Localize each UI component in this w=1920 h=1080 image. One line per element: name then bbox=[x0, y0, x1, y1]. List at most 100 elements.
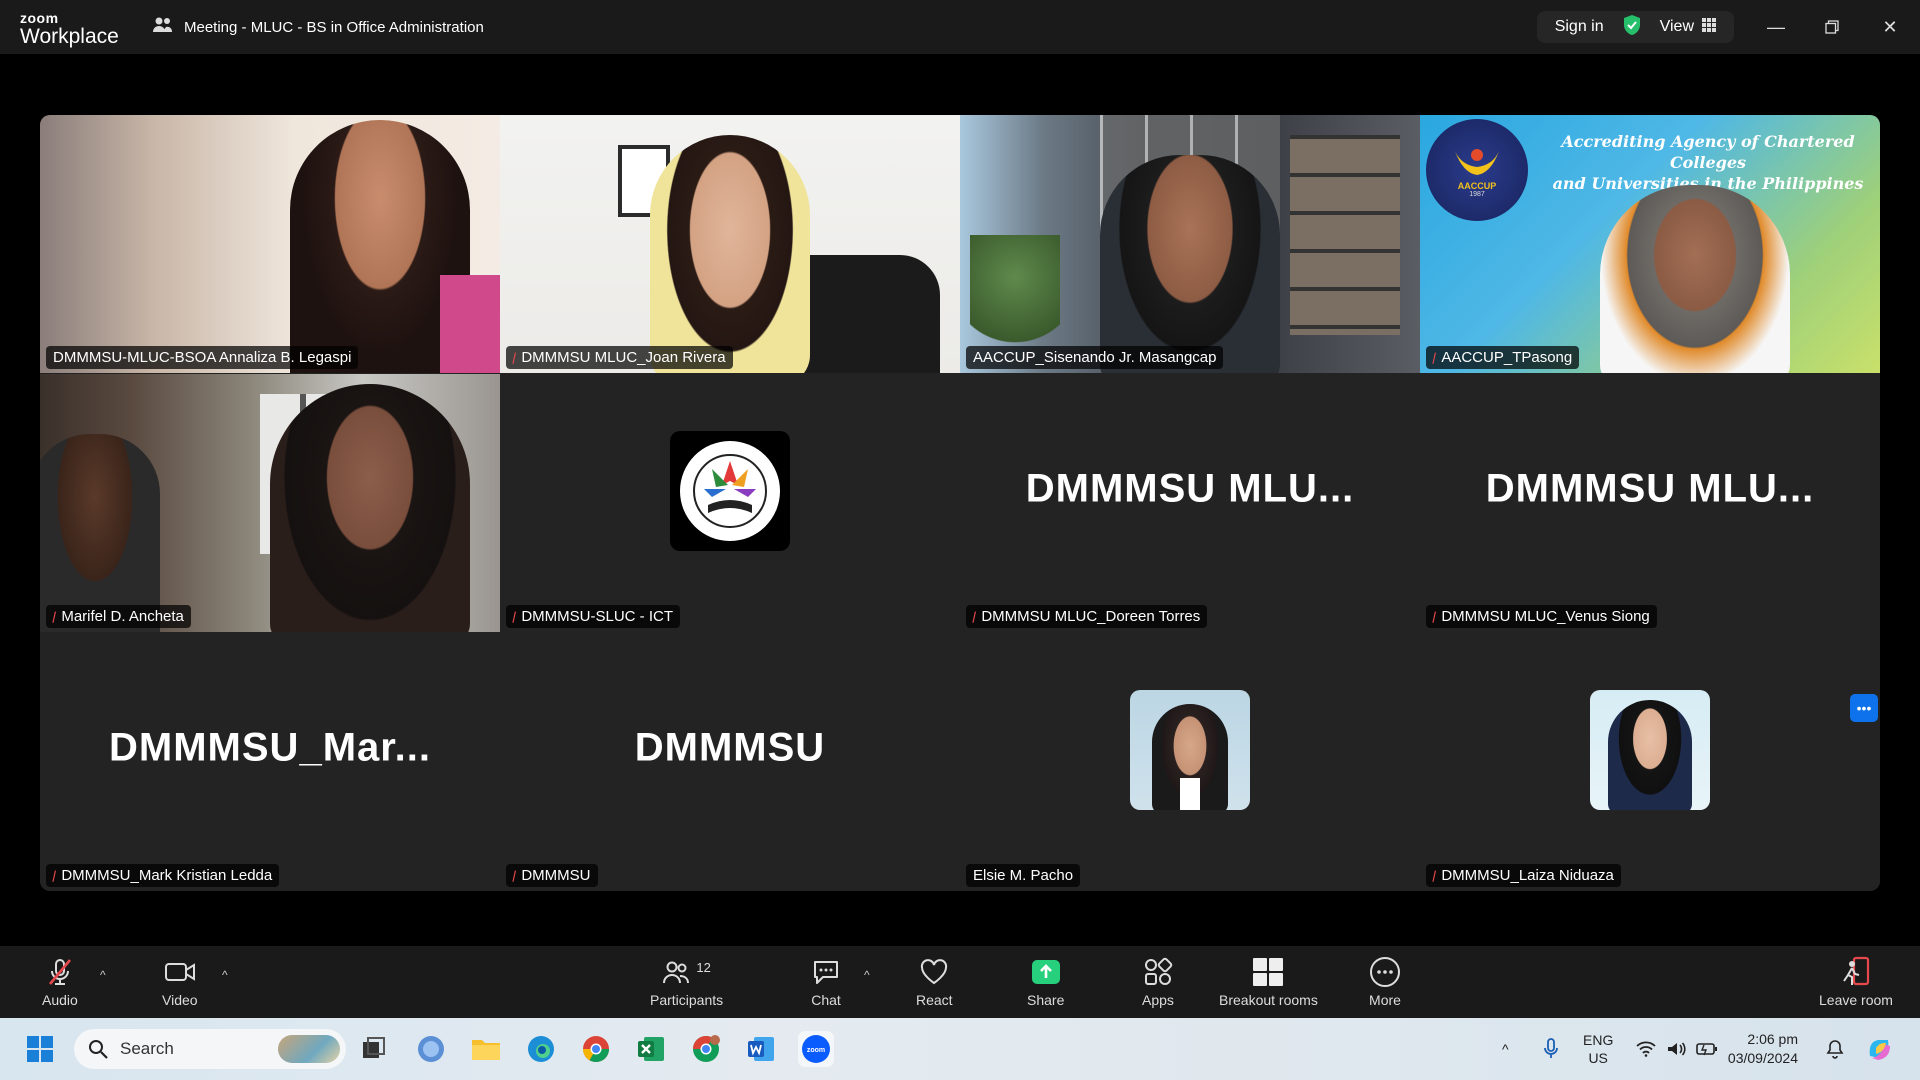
participant-display-name: DMMMSU bbox=[634, 725, 826, 770]
camera-icon bbox=[164, 956, 196, 988]
chrome-profile-icon[interactable] bbox=[688, 1031, 724, 1067]
participant-display-name: DMMMSU MLU... bbox=[1485, 466, 1815, 511]
participant-tile[interactable]: DMMMSU-MLUC-BSOA Annaliza B. Legaspi bbox=[40, 115, 500, 373]
search-placeholder: Search bbox=[120, 1039, 174, 1058]
excel-icon[interactable] bbox=[633, 1031, 669, 1067]
participant-tile[interactable]: DMMMSU ⁄ DMMMSU bbox=[500, 633, 960, 891]
participants-icon-wrap: 12 bbox=[662, 956, 711, 988]
os-taskbar: Search zoom ^ ENG US 2:06 pm 03/09/2024 bbox=[0, 1018, 1920, 1080]
mic-muted-icon: ⁄ bbox=[970, 608, 979, 625]
more-options-icon[interactable]: ••• bbox=[1850, 694, 1878, 722]
participant-silhouette bbox=[1100, 155, 1280, 373]
participant-name-tag: Elsie M. Pacho bbox=[966, 864, 1081, 887]
apps-icon bbox=[1143, 956, 1173, 988]
volume-icon bbox=[1668, 1042, 1686, 1056]
participant-name: DMMMSU MLUC_Joan Rivera bbox=[521, 349, 726, 366]
chat-button[interactable]: Chat bbox=[811, 956, 841, 1008]
mic-muted-icon: ⁄ bbox=[50, 608, 59, 625]
breakout-rooms-button[interactable]: Breakout rooms bbox=[1219, 956, 1318, 1008]
search-icon bbox=[89, 1040, 108, 1059]
windows-start-icon[interactable] bbox=[22, 1031, 58, 1067]
video-options-caret-icon[interactable]: ^ bbox=[222, 968, 228, 982]
language-indicator[interactable]: ENG US bbox=[1583, 1018, 1613, 1080]
participant-name-tag: ⁄ DMMMSU_Laiza Niduaza bbox=[1426, 864, 1621, 887]
file-explorer-icon[interactable] bbox=[468, 1031, 504, 1067]
participant-name-tag: ⁄ DMMMSU MLUC_Venus Siong bbox=[1426, 605, 1657, 628]
zoom-logo: zoom Workplace bbox=[20, 11, 119, 47]
wifi-icon bbox=[1636, 1041, 1656, 1057]
widgets-icon[interactable] bbox=[413, 1031, 449, 1067]
clothing-shape bbox=[440, 275, 500, 373]
clock[interactable]: 2:06 pm 03/09/2024 bbox=[1728, 1018, 1798, 1080]
meeting-toolbar: Audio ^ Video ^ 12 Participants Chat ^ R… bbox=[0, 946, 1920, 1018]
participants-button[interactable]: 12 Participants bbox=[650, 956, 723, 1009]
show-hidden-icons-icon[interactable]: ^ bbox=[1502, 1018, 1509, 1080]
react-label: React bbox=[916, 992, 953, 1008]
participant-tile[interactable]: DMMMSU MLU... ⁄ DMMMSU MLUC_Venus Siong bbox=[1420, 374, 1880, 632]
audio-options-caret-icon[interactable]: ^ bbox=[100, 968, 106, 982]
participant-tile[interactable]: ⁄ DMMMSU-SLUC - ICT bbox=[500, 374, 960, 632]
participant-name: DMMMSU bbox=[521, 867, 591, 884]
apps-button[interactable]: Apps bbox=[1142, 956, 1174, 1008]
participant-tile[interactable]: ⁄ DMMMSU_Laiza Niduaza bbox=[1420, 633, 1880, 891]
participants-count-badge: 12 bbox=[696, 959, 711, 975]
word-icon[interactable] bbox=[743, 1031, 779, 1067]
zoom-app-icon[interactable]: zoom bbox=[798, 1031, 834, 1067]
share-button[interactable]: Share bbox=[1027, 956, 1064, 1008]
title-bar: zoom Workplace Meeting - MLUC - BS in Of… bbox=[0, 0, 1920, 54]
chat-label: Chat bbox=[811, 992, 841, 1008]
participant-name: DMMMSU-MLUC-BSOA Annaliza B. Legaspi bbox=[53, 349, 352, 366]
profile-photo bbox=[1590, 690, 1710, 810]
leave-room-label: Leave room bbox=[1819, 992, 1893, 1008]
mic-muted-icon: ⁄ bbox=[510, 349, 519, 366]
sign-in-button[interactable]: Sign in bbox=[1555, 18, 1604, 36]
titlebar-actions: Sign in View bbox=[1536, 11, 1734, 43]
participant-name: DMMMSU MLUC_Doreen Torres bbox=[981, 608, 1201, 625]
participant-tile[interactable]: ⁄ Marifel D. Ancheta bbox=[40, 374, 500, 632]
leave-room-button[interactable]: Leave room bbox=[1819, 956, 1893, 1008]
participant-name: Elsie M. Pacho bbox=[973, 867, 1074, 884]
participant-tile[interactable]: DMMMSU MLU... ⁄ DMMMSU MLUC_Doreen Torres bbox=[960, 374, 1420, 632]
video-button[interactable]: Video bbox=[162, 956, 198, 1008]
copilot-icon[interactable] bbox=[1864, 1018, 1894, 1080]
audio-button[interactable]: Audio bbox=[42, 956, 78, 1008]
restore-icon[interactable] bbox=[1812, 12, 1852, 42]
participant-name: AACCUP_TPasong bbox=[1441, 349, 1573, 366]
task-view-icon[interactable] bbox=[356, 1031, 392, 1067]
taskbar-search[interactable]: Search bbox=[74, 1029, 346, 1069]
participant-tile-active-speaker[interactable]: AACCUP_Sisenando Jr. Masangcap bbox=[960, 115, 1420, 373]
chrome-icon[interactable] bbox=[578, 1031, 614, 1067]
participant-silhouette bbox=[270, 384, 470, 632]
mic-muted-icon: ⁄ bbox=[510, 608, 519, 625]
more-icon bbox=[1369, 956, 1401, 988]
react-button[interactable]: React bbox=[916, 956, 953, 1008]
search-highlight-image bbox=[278, 1035, 340, 1063]
participant-tile[interactable]: ⁄ DMMMSU MLUC_Joan Rivera bbox=[500, 115, 960, 373]
participant-name: DMMMSU MLUC_Venus Siong bbox=[1441, 608, 1650, 625]
participant-name: DMMMSU_Laiza Niduaza bbox=[1441, 867, 1614, 884]
share-screen-icon bbox=[1031, 956, 1061, 988]
microphone-tray-icon[interactable] bbox=[1543, 1018, 1559, 1080]
view-label: View bbox=[1659, 18, 1694, 35]
chat-options-caret-icon[interactable]: ^ bbox=[864, 968, 870, 982]
more-button[interactable]: More bbox=[1369, 956, 1401, 1008]
minimize-icon[interactable]: — bbox=[1756, 12, 1796, 42]
participant-tile[interactable]: Elsie M. Pacho bbox=[960, 633, 1420, 891]
view-button[interactable]: View bbox=[1659, 17, 1716, 37]
clock-time: 2:06 pm bbox=[1747, 1031, 1798, 1047]
mic-muted-icon: ⁄ bbox=[510, 867, 519, 884]
participant-name-tag: ⁄ DMMMSU MLUC_Joan Rivera bbox=[506, 346, 733, 369]
shield-check-icon[interactable] bbox=[1622, 14, 1642, 41]
participant-tile[interactable]: AACCUP 1987 Accrediting Agency of Charte… bbox=[1420, 115, 1880, 373]
system-tray-status[interactable] bbox=[1636, 1018, 1718, 1080]
gallery-grid: DMMMSU-MLUC-BSOA Annaliza B. Legaspi ⁄ DM… bbox=[40, 115, 1880, 891]
apps-label: Apps bbox=[1142, 992, 1174, 1008]
notification-bell-icon[interactable] bbox=[1826, 1018, 1844, 1080]
participant-name-tag: ⁄ AACCUP_TPasong bbox=[1426, 346, 1580, 369]
participant-tile[interactable]: DMMMSU_Mar... ⁄ DMMMSU_Mark Kristian Ledd… bbox=[40, 633, 500, 891]
profile-photo bbox=[1130, 690, 1250, 810]
chat-icon bbox=[811, 956, 841, 988]
edge-browser-icon[interactable] bbox=[523, 1031, 559, 1067]
participant-silhouette bbox=[1600, 185, 1790, 373]
close-icon[interactable]: ✕ bbox=[1870, 12, 1910, 42]
